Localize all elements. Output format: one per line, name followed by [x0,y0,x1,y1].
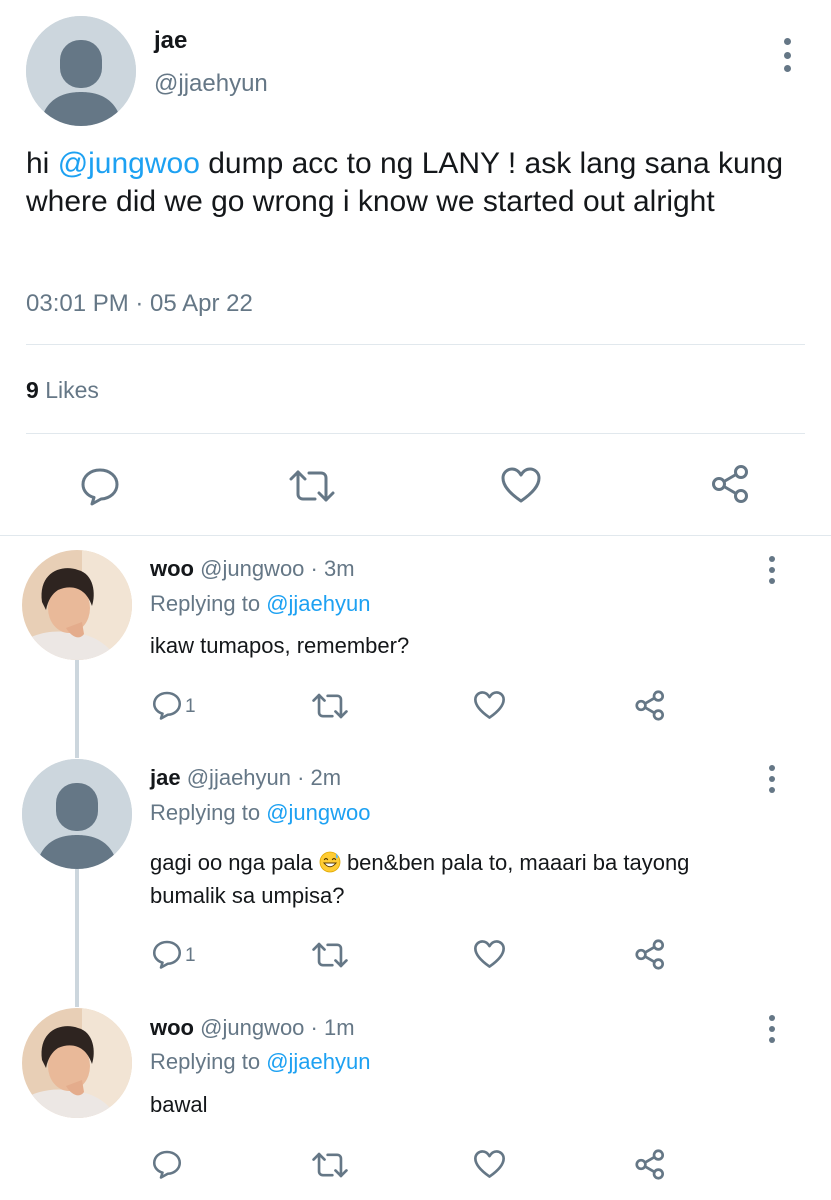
reply-text: ikaw tumapos, remember? [150,633,410,658]
reply-meta[interactable]: @jungwoo · 3m [200,556,354,581]
heart-icon [501,467,541,503]
reply-display-name[interactable]: woo [150,1015,194,1040]
reply-more-options-icon[interactable] [763,1015,781,1043]
reply-like-button[interactable] [473,939,506,969]
main-display-name[interactable]: jae [154,27,187,55]
main-reply-button[interactable] [80,466,120,506]
reply-share-button[interactable] [634,1148,667,1181]
speech-bubble-icon [152,940,182,969]
reply-retweet-button[interactable] [312,940,348,970]
tweet-mention-link[interactable]: @jungwoo [58,147,200,180]
reply-display-name[interactable]: woo [150,556,194,581]
default-profile-icon [22,759,132,869]
speech-bubble-icon [152,691,182,720]
reply-text: gagi oo nga pala ben&ben pala to, maaari… [150,846,750,912]
reply-like-button[interactable] [473,690,506,720]
replying-to: Replying to @jungwoo [150,800,370,826]
thread-line [75,868,79,1007]
tweet-timestamp[interactable]: 03:01 PM · 05 Apr 22 [26,290,253,318]
reply-avatar[interactable] [22,759,132,869]
section-separator [0,535,831,536]
reply-text: bawal [150,1092,208,1117]
reply-reply-button[interactable]: 1 [152,690,196,720]
main-more-options-icon[interactable] [777,38,797,72]
reply-header: woo @jungwoo · 1m [150,1015,355,1041]
main-avatar[interactable] [26,16,136,126]
reply-more-options-icon[interactable] [763,556,781,584]
heart-icon [474,1150,505,1178]
reply-reply-button[interactable]: 1 [152,939,196,969]
main-handle[interactable]: @jjaehyun [154,70,268,98]
replying-prefix: Replying to [150,1049,267,1074]
thread-line [75,660,79,758]
replying-to: Replying to @jjaehyun [150,1049,370,1075]
replying-mention-link[interactable]: @jungwoo [266,800,370,825]
heart-icon [474,940,505,968]
likes-count[interactable]: 9 Likes [26,377,99,404]
retweet-icon [312,1152,348,1178]
tweet-text-prefix: hi [26,147,58,180]
reply-retweet-button[interactable] [312,1150,348,1180]
photo-avatar [22,1008,132,1118]
share-icon [635,1149,665,1180]
speech-bubble-icon [152,1150,182,1179]
divider [26,344,805,345]
replying-prefix: Replying to [150,800,267,825]
replying-mention-link[interactable]: @jjaehyun [266,591,370,616]
share-icon [635,690,665,721]
share-icon [712,465,748,503]
reply-retweet-button[interactable] [312,691,348,721]
reply-header: woo @jungwoo · 3m [150,556,355,582]
reply-share-button[interactable] [634,689,667,722]
reply-avatar[interactable] [22,550,132,660]
reply-reply-button[interactable] [152,1149,185,1179]
replying-prefix: Replying to [150,591,267,616]
reply-share-button[interactable] [634,938,667,971]
default-profile-icon [26,16,136,126]
reply-display-name[interactable]: jae [150,765,181,790]
reply-like-button[interactable] [473,1149,506,1179]
heart-icon [474,691,505,719]
reply-header: jae @jjaehyun · 2m [150,765,341,791]
photo-avatar [22,550,132,660]
likes-number: 9 [26,377,39,403]
grinning-sweat-emoji [319,851,341,873]
retweet-icon [289,470,335,502]
reply-text-part: gagi oo nga pala [150,850,319,875]
retweet-icon [312,693,348,719]
main-like-button[interactable] [500,466,542,504]
reply-count: 1 [185,696,196,717]
replying-mention-link[interactable]: @jjaehyun [266,1049,370,1074]
speech-bubble-icon [81,468,119,506]
replying-to: Replying to @jjaehyun [150,591,370,617]
reply-meta[interactable]: @jjaehyun · 2m [187,765,341,790]
divider [26,433,805,434]
reply-avatar[interactable] [22,1008,132,1118]
share-icon [635,939,665,970]
reply-count: 1 [185,945,196,966]
reply-more-options-icon[interactable] [763,765,781,793]
main-retweet-button[interactable] [289,467,335,505]
retweet-icon [312,942,348,968]
reply-meta[interactable]: @jungwoo · 1m [200,1015,354,1040]
main-share-button[interactable] [710,463,752,505]
likes-label: Likes [45,377,99,403]
main-tweet-text: hi @jungwoo dump acc to ng LANY ! ask la… [26,145,816,221]
